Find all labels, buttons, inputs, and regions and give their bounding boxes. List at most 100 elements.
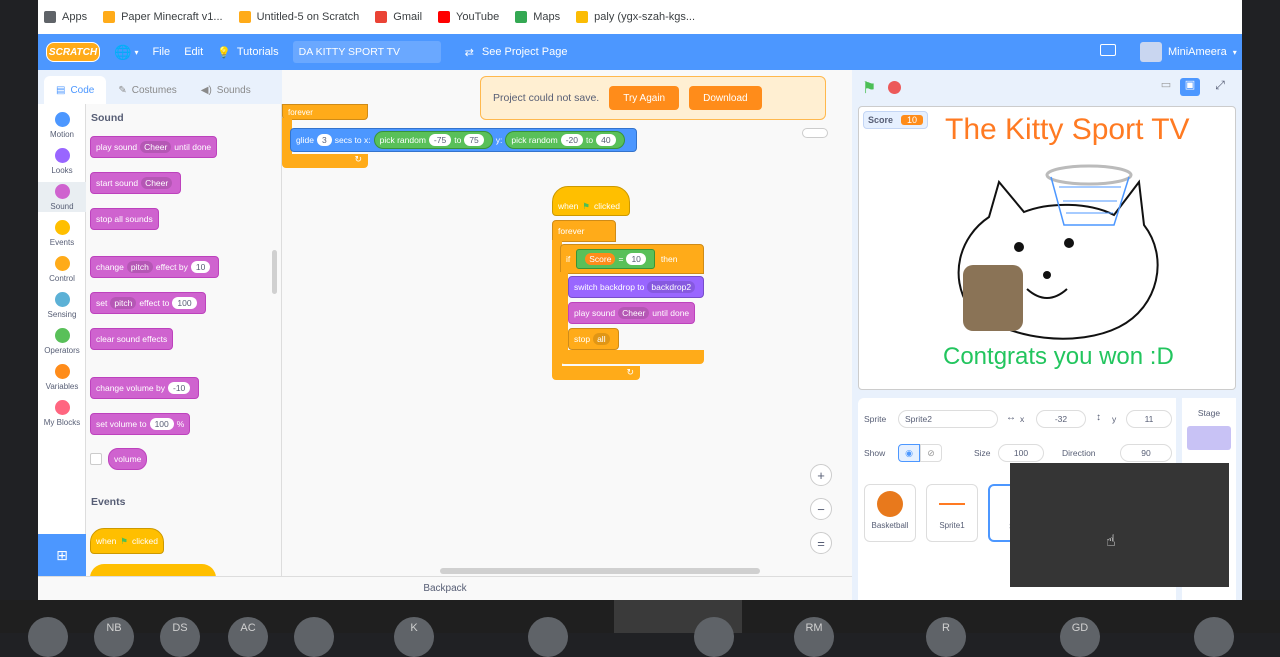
project-title-input[interactable]: DA KITTY SPORT TV — [292, 41, 441, 63]
block-change-volume[interactable]: change volume by -10 — [90, 377, 200, 399]
tab-costumes[interactable]: ✎ Costumes — [106, 76, 188, 104]
user-menu[interactable]: MiniAmeera ▾ — [1140, 42, 1237, 62]
block-if-then[interactable]: if Score = 10 then — [560, 244, 704, 274]
bookmark-gmail[interactable]: Gmail — [375, 11, 422, 23]
category-control[interactable]: Control — [38, 256, 86, 283]
sound-dot-icon — [54, 184, 70, 199]
operator-equals[interactable]: Score = 10 — [576, 249, 655, 269]
alert-message: Project could not save. — [493, 92, 600, 104]
category-my-blocks[interactable]: My Blocks — [38, 400, 86, 427]
small-stage-button[interactable]: ▭ — [1156, 78, 1176, 96]
category-sound[interactable]: Sound — [38, 182, 86, 212]
language-menu[interactable]: 🌐 ▾ — [114, 44, 138, 61]
category-operators[interactable]: Operators — [38, 328, 86, 355]
add-extension-button[interactable]: ⊞ — [38, 534, 86, 576]
bookmark-youtube[interactable]: YouTube — [438, 11, 499, 23]
scratch-icon — [103, 11, 116, 23]
tab-code[interactable]: ▤ Code — [44, 76, 107, 104]
tab-sounds[interactable]: ◀) Sounds — [189, 76, 263, 104]
block-play-sound-until-done[interactable]: play sound Cheer until done — [90, 136, 218, 158]
zoom-in-button[interactable]: + — [810, 464, 832, 486]
bookmark-maps[interactable]: Maps — [515, 11, 560, 23]
block-switch-backdrop[interactable]: switch backdrop to backdrop2 — [568, 276, 705, 298]
show-visible-button[interactable]: ◉ — [898, 444, 920, 462]
sprite-tile-sprite1[interactable]: Sprite1 — [926, 484, 978, 542]
scripts-workspace[interactable]: forever glide 3 secs to x: pick random -7… — [282, 104, 852, 576]
participant-avatar[interactable] — [294, 617, 334, 657]
bookmark-apps[interactable]: Apps — [44, 11, 87, 23]
large-stage-button[interactable]: ▣ — [1180, 78, 1200, 96]
bookmark-paly[interactable]: paly (ygx-szah-kgs... — [576, 11, 695, 23]
scratch-logo[interactable]: SCRATCH — [46, 42, 100, 62]
trash-can-icon[interactable] — [802, 128, 828, 138]
category-sensing[interactable]: Sensing — [38, 292, 86, 319]
control-dot-icon — [54, 256, 70, 271]
category-motion[interactable]: Motion — [38, 112, 86, 139]
folder-icon[interactable] — [1100, 44, 1116, 56]
loop-arrow-icon: ↻ — [626, 367, 634, 377]
participant-avatar[interactable] — [1194, 617, 1234, 657]
block-glide-to-xy[interactable]: glide 3 secs to x: pick random -75 to 75 y:… — [290, 128, 637, 152]
green-flag-icon: ⚑ — [120, 535, 128, 546]
gmail-icon — [375, 11, 388, 23]
file-menu[interactable]: File — [152, 46, 170, 58]
participant-avatar[interactable] — [528, 617, 568, 657]
participant-avatar[interactable]: GD — [1060, 617, 1100, 657]
reporter-pick-random-y[interactable]: pick random -20 to 40 — [505, 131, 625, 149]
sprite-tile-basketball[interactable]: Basketball — [864, 484, 916, 542]
stage-canvas[interactable]: Score 10 The Kitty Sport TV Contgrats yo… — [858, 106, 1236, 390]
stop-button[interactable] — [888, 81, 901, 94]
fullscreen-button[interactable]: ⤢ — [1210, 78, 1230, 96]
horizontal-scrollbar[interactable] — [440, 568, 760, 574]
download-button[interactable]: Download — [689, 86, 762, 110]
edit-menu[interactable]: Edit — [184, 46, 203, 58]
tutorials-menu[interactable]: 💡 Tutorials — [217, 46, 278, 59]
show-hidden-button[interactable]: ⊘ — [920, 444, 942, 462]
block-when-flag-clicked[interactable]: when ⚑ clicked — [90, 528, 164, 554]
x-input[interactable]: -32 — [1036, 410, 1086, 428]
block-clear-sound-effects[interactable]: clear sound effects — [90, 328, 174, 350]
reporter-volume[interactable]: volume — [108, 448, 148, 470]
participant-avatar[interactable]: DS — [160, 617, 200, 657]
size-input[interactable]: 100 — [998, 444, 1044, 462]
block-when-flag-clicked-main[interactable]: when ⚑ clicked — [552, 186, 630, 216]
block-forever-main[interactable]: forever — [552, 220, 616, 242]
see-project-page-button[interactable]: ⇄ See Project Page — [465, 46, 568, 59]
block-change-pitch-effect[interactable]: change pitch effect by 10 — [90, 256, 220, 278]
try-again-button[interactable]: Try Again — [609, 86, 680, 110]
block-start-sound[interactable]: play soundstart soundCheer — [90, 172, 182, 194]
green-flag-button[interactable]: ⚑ — [862, 78, 876, 98]
category-variables[interactable]: Variables — [38, 364, 86, 391]
bookmark-paper-minecraft[interactable]: Paper Minecraft v1... — [103, 11, 223, 23]
participant-avatar[interactable] — [694, 617, 734, 657]
block-stop-all[interactable]: stop all — [568, 328, 619, 350]
block-set-volume[interactable]: set volume to 100% — [90, 413, 191, 435]
palette-scrollbar[interactable] — [272, 250, 277, 294]
block-play-sound-main[interactable]: play sound Cheer until done — [568, 302, 696, 324]
reporter-pick-random-x[interactable]: pick random -75 to 75 — [373, 131, 493, 149]
win-message: Contgrats you won :D — [943, 343, 1174, 370]
direction-input[interactable]: 90 — [1120, 444, 1172, 462]
zoom-out-button[interactable]: − — [810, 498, 832, 520]
volume-checkbox[interactable] — [90, 453, 102, 465]
participant-avatar[interactable]: NB — [94, 617, 134, 657]
block-set-pitch-effect[interactable]: set pitch effect to 100 — [90, 292, 206, 314]
category-looks[interactable]: Looks — [38, 148, 86, 175]
bookmark-untitled-5[interactable]: Untitled-5 on Scratch — [238, 11, 359, 23]
y-input[interactable]: 11 — [1126, 410, 1172, 428]
y-arrows-icon: ↕ — [1096, 412, 1101, 423]
participant-avatar[interactable]: K — [394, 617, 434, 657]
save-error-alert: Project could not save. Try Again Downlo… — [480, 76, 826, 120]
block-forever-top[interactable]: forever — [282, 104, 368, 120]
participant-avatar[interactable]: R — [926, 617, 966, 657]
sprite-name-input[interactable]: Sprite2 — [898, 410, 998, 428]
participant-avatar[interactable]: RM — [794, 617, 834, 657]
backpack-bar[interactable]: Backpack — [38, 576, 852, 600]
participant-avatar[interactable]: AC — [228, 617, 268, 657]
participant-avatar[interactable] — [28, 617, 68, 657]
my-blocks-dot-icon — [54, 400, 70, 415]
category-events[interactable]: Events — [38, 220, 86, 247]
block-partial-hat[interactable] — [90, 564, 216, 576]
zoom-reset-button[interactable]: = — [810, 532, 832, 554]
block-stop-all-sounds[interactable]: stop all sounds — [90, 208, 159, 230]
